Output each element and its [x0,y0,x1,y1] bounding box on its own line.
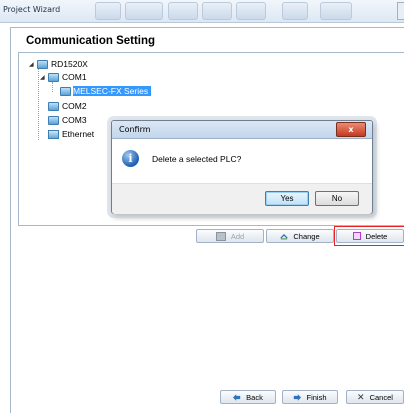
back-button-label: Back [246,392,263,402]
back-arrow-icon [233,393,241,401]
dialog-body: i Delete a selected PLC? [112,139,372,183]
tree-connector [38,66,39,140]
title-bar: Project Wizard [0,0,404,23]
dialog-close-button[interactable]: x [336,122,366,137]
section-title: Communication Setting [26,35,156,47]
toolbar-decoration [95,2,121,20]
selected-plc-label[interactable]: MELSEC-FX Series [73,86,152,96]
plc-port-icon [48,72,59,82]
plc-port-icon [60,86,71,96]
toolbar-decoration [236,2,266,20]
tree-connector [52,82,53,92]
tree-node-label: COM2 [62,101,87,111]
yes-button[interactable]: Yes [265,191,309,206]
cancel-button-label: Cancel [369,392,393,402]
tree-node-label: COM3 [62,115,87,125]
collapse-arrow-icon[interactable]: ◢ [40,74,48,81]
tree-node-label: Ethernet [62,129,95,139]
tree-node-com2[interactable]: COM2 [48,100,87,112]
tree-node-root[interactable]: ◢ RD1520X [29,58,88,70]
plc-port-icon [48,101,59,111]
cancel-button[interactable]: ✕ Cancel [346,390,404,404]
tree-node-com3[interactable]: COM3 [48,114,87,126]
change-icon [280,233,288,239]
tree-node-label: RD1520X [51,59,88,69]
tree-node-com1[interactable]: ◢ COM1 [40,71,87,83]
add-button-label: Add [230,231,245,241]
finish-button-label: Finish [306,392,327,402]
dialog-footer: Yes No [112,183,372,214]
finish-button[interactable]: Finish [282,390,338,404]
plc-port-icon [48,115,59,125]
confirm-dialog: Confirm x i Delete a selected PLC? Yes N… [111,120,373,214]
toolbar-decoration [202,2,232,20]
window-title: Project Wizard [3,5,61,14]
plc-port-icon [37,59,48,69]
dialog-title-bar: Confirm x [112,121,372,139]
add-button[interactable]: Add [196,229,264,243]
toolbar-decoration [168,2,198,20]
ethernet-icon [48,129,59,139]
add-icon [215,231,226,241]
toolbar-decoration [320,2,352,20]
change-button[interactable]: Change [266,229,334,243]
tree-node-label: COM1 [62,72,87,82]
finish-arrow-icon [294,393,302,401]
toolbar-decoration [282,2,308,20]
window-button[interactable] [397,2,404,20]
change-button-label: Change [293,231,320,241]
info-icon: i [122,150,139,167]
collapse-arrow-icon[interactable]: ◢ [29,61,37,68]
tree-node-ethernet[interactable]: Ethernet [48,128,94,140]
no-button[interactable]: No [315,191,359,206]
toolbar-decoration [125,2,163,20]
dialog-title: Confirm [119,125,151,134]
back-button[interactable]: Back [220,390,276,404]
delete-highlight-box [334,226,404,246]
tree-node-melsec[interactable]: MELSEC-FX Series [60,85,152,97]
dialog-message: Delete a selected PLC? [152,154,242,164]
cancel-x-icon: ✕ [357,391,365,402]
